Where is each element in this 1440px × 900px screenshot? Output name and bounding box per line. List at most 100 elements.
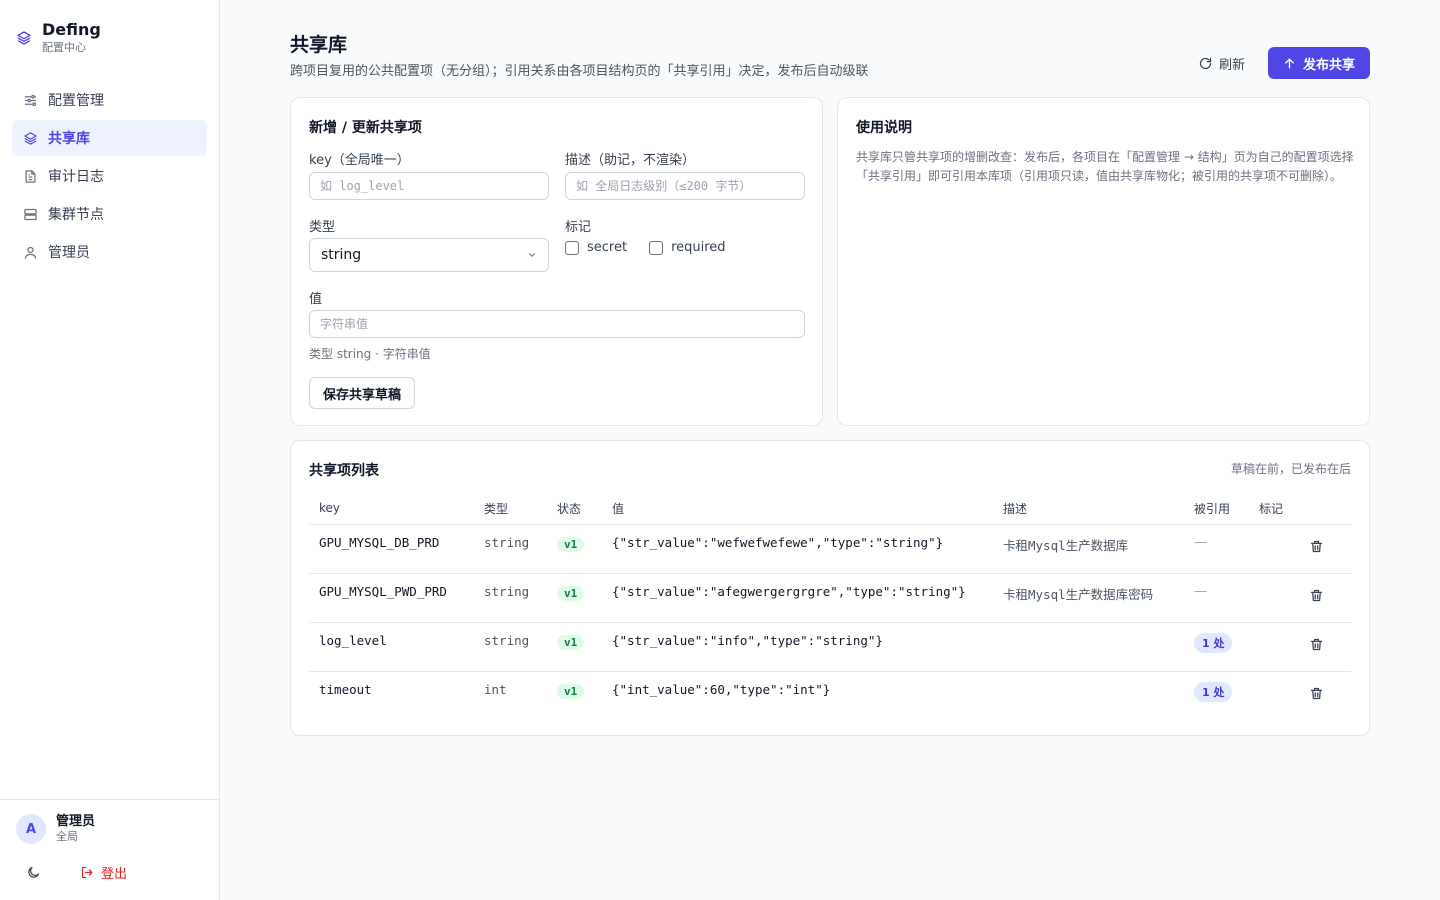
shared-items-table: key 类型 状态 值 描述 被引用 标记 GPU_MYSQL_DB_PRD s… [309, 493, 1351, 720]
cell-refs: 1 处 [1184, 671, 1249, 720]
flags-group: secret required [565, 240, 726, 255]
checkbox-box[interactable] [649, 240, 664, 255]
type-select[interactable]: string [309, 238, 549, 272]
type-label: 类型 [309, 220, 336, 235]
shared-item-form-card: 新增 / 更新共享项 key（全局唯一） 描述（助记，不渲染） 类型 strin… [290, 97, 823, 426]
cell-actions [1299, 622, 1351, 672]
cell-desc: 卡租Mysql生产数据库密码 [993, 573, 1184, 623]
cell-desc: 卡租Mysql生产数据库 [993, 524, 1184, 574]
page-title: 共享库 [290, 34, 348, 56]
cell-key: log_level [309, 622, 474, 672]
status-badge: v1 [557, 536, 585, 552]
value-input[interactable] [309, 310, 805, 338]
cell-flags [1249, 622, 1299, 672]
trash-icon[interactable] [1309, 539, 1324, 554]
secret-checkbox[interactable]: secret [565, 240, 627, 255]
cell-actions [1299, 671, 1351, 720]
sidebar-item-label: 共享库 [48, 131, 90, 147]
sidebar-item-label: 集群节点 [48, 207, 104, 223]
status-badge: v1 [557, 683, 585, 699]
user-icon [24, 246, 37, 259]
cell-flags [1249, 524, 1299, 574]
table-header-row: key 类型 状态 值 描述 被引用 标记 [309, 493, 1351, 525]
refresh-icon [1199, 57, 1212, 69]
form-title: 新增 / 更新共享项 [309, 120, 422, 136]
column-header-desc[interactable]: 描述 [993, 493, 1184, 525]
sidebar-nav: 配置管理 共享库 审计日志 集群节点 管理员 [12, 82, 207, 272]
key-input[interactable] [309, 172, 549, 200]
cell-desc [993, 671, 1184, 720]
table-row[interactable]: timeout int v1 {"int_value":60,"type":"i… [309, 671, 1351, 720]
footer-actions: 登出 [16, 862, 127, 882]
list-title: 共享项列表 [309, 463, 379, 479]
logout-button[interactable]: 登出 [80, 863, 127, 882]
cell-type: int [484, 681, 507, 697]
help-title: 使用说明 [856, 120, 912, 136]
table-row[interactable]: GPU_MYSQL_DB_PRD string v1 {"str_value":… [309, 524, 1351, 574]
arrow-up-icon [1285, 57, 1294, 69]
table-row[interactable]: log_level string v1 {"str_value":"info",… [309, 622, 1351, 672]
cell-status: v1 [547, 524, 602, 574]
sidebar-item-shared[interactable]: 共享库 [12, 120, 207, 156]
page-subtitle: 跨项目复用的公共配置项（无分组）；引用关系由各项目结构页的「共享引用」决定，发布… [290, 64, 869, 79]
type-select-value: string [321, 247, 362, 263]
desc-label: 描述（助记，不渲染） [565, 153, 696, 168]
column-header-actions [1299, 493, 1351, 525]
column-header-refs[interactable]: 被引用 [1184, 493, 1249, 525]
column-header-status[interactable]: 状态 [547, 493, 602, 525]
sidebar-item-label: 配置管理 [48, 93, 104, 109]
checkbox-box[interactable] [565, 240, 579, 255]
refs-empty: — [1194, 583, 1207, 599]
column-header-flags[interactable]: 标记 [1249, 493, 1299, 525]
help-card: 使用说明 共享库只管共享项的增删改查：发布后，各项目在「配置管理 → 结构」页为… [837, 97, 1370, 426]
cell-flags [1249, 671, 1299, 720]
secret-label: secret [587, 240, 628, 255]
cell-refs: — [1184, 573, 1249, 623]
brand-name: Defing [42, 20, 101, 39]
sidebar-item-config[interactable]: 配置管理 [12, 82, 207, 118]
cell-flags [1249, 573, 1299, 623]
cell-status: v1 [547, 671, 602, 720]
cell-value: {"str_value":"wefwefwefewe","type":"stri… [602, 524, 993, 574]
cell-key: timeout [319, 681, 372, 697]
status-badge: v1 [557, 585, 585, 601]
sidebar-item-admin[interactable]: 管理员 [12, 234, 207, 270]
refresh-button[interactable]: 刷新 [1188, 47, 1255, 79]
column-header-key[interactable]: key [309, 493, 474, 525]
cell-key: GPU_MYSQL_DB_PRD [309, 524, 474, 574]
trash-icon[interactable] [1309, 588, 1324, 603]
logout-icon [81, 866, 93, 878]
refs-badge[interactable]: 1 处 [1194, 681, 1233, 702]
sidebar-item-cluster[interactable]: 集群节点 [12, 196, 207, 232]
status-badge: v1 [557, 634, 585, 650]
column-header-value[interactable]: 值 [602, 493, 993, 525]
refs-badge[interactable]: 1 处 [1194, 632, 1233, 653]
avatar: A [16, 814, 46, 844]
sliders-icon [24, 94, 37, 106]
brand[interactable]: Defing 配置中心 [16, 20, 101, 56]
shared-items-list-card: 共享项列表 草稿在前，已发布在后 key 类型 状态 值 描述 被引用 标记 G… [290, 440, 1370, 736]
required-checkbox[interactable]: required [649, 240, 726, 255]
publish-button[interactable]: 发布共享 [1268, 47, 1370, 79]
trash-icon[interactable] [1309, 686, 1324, 701]
cell-actions [1299, 524, 1351, 574]
sidebar: Defing 配置中心 配置管理 共享库 审计日志 集群节点 管理员 A 管理员… [0, 0, 220, 900]
publish-label: 发布共享 [1302, 57, 1355, 73]
trash-icon[interactable] [1309, 637, 1324, 652]
user-name: 管理员 [56, 814, 96, 829]
refs-empty: — [1194, 534, 1207, 550]
cell-status: v1 [547, 573, 602, 623]
list-note: 草稿在前，已发布在后 [1230, 462, 1351, 476]
table-row[interactable]: GPU_MYSQL_PWD_PRD string v1 {"str_value"… [309, 573, 1351, 623]
theme-toggle-button[interactable] [16, 862, 50, 882]
cell-value: {"int_value":60,"type":"int"} [612, 681, 831, 697]
sidebar-item-audit[interactable]: 审计日志 [12, 158, 207, 194]
type-hint: 类型 string · 字符串值 [309, 347, 431, 361]
required-label: required [671, 240, 726, 255]
user-info: A 管理员 全局 [16, 814, 95, 844]
save-draft-button[interactable]: 保存共享草稿 [309, 377, 416, 409]
sidebar-footer: A 管理员 全局 登出 [0, 799, 219, 900]
column-header-type[interactable]: 类型 [474, 493, 547, 525]
moon-icon [27, 866, 39, 878]
desc-input[interactable] [565, 172, 805, 200]
